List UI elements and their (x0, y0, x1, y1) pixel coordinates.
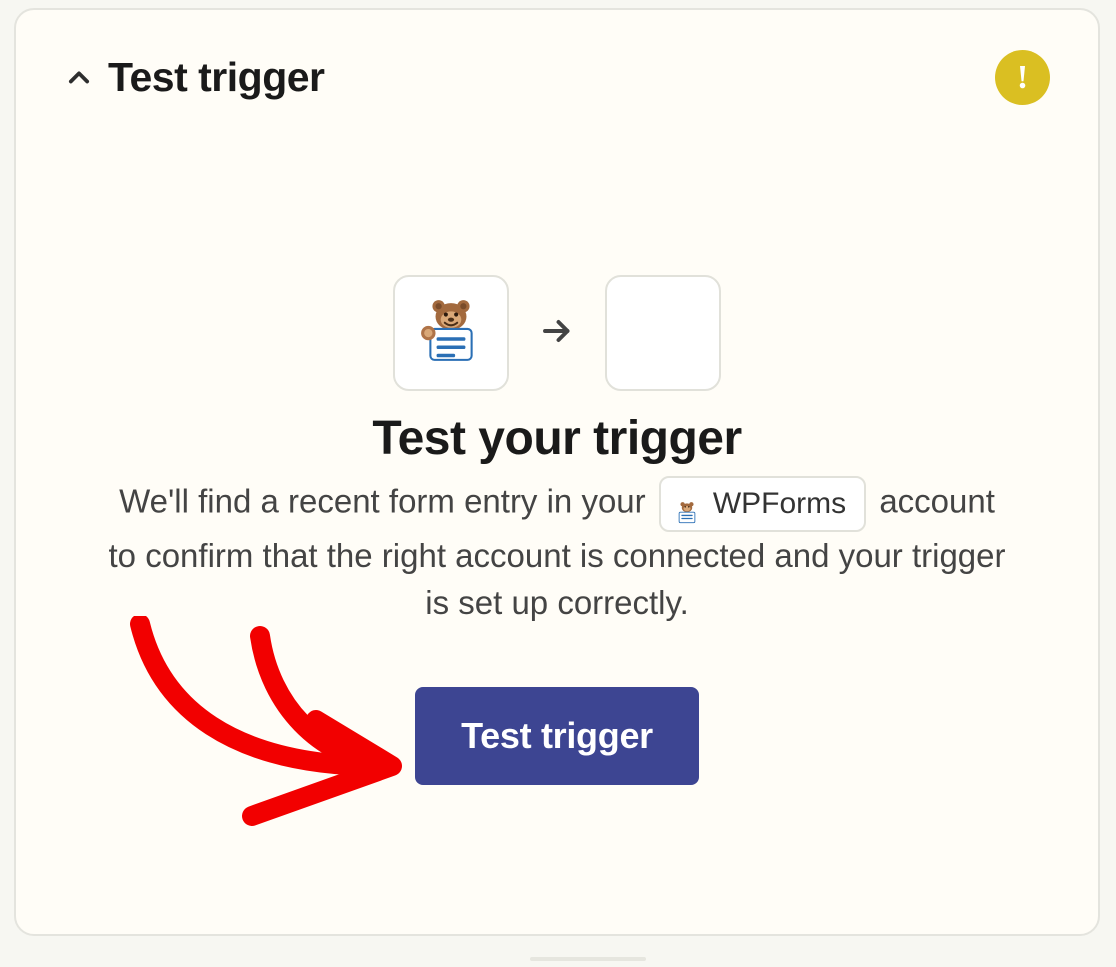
warning-icon: ! (995, 50, 1050, 105)
wpforms-mascot-icon (418, 298, 484, 369)
test-trigger-button[interactable]: Test trigger (415, 687, 699, 785)
title-row[interactable]: Test trigger (64, 54, 325, 101)
desc-prefix: We'll find a recent form entry in your (119, 482, 655, 519)
arrow-right-icon (539, 313, 575, 354)
chip-label: WPForms (713, 482, 846, 526)
warning-glyph: ! (1017, 59, 1028, 97)
panel-title: Test trigger (108, 54, 325, 101)
content-description: We'll find a recent form entry in your (107, 476, 1007, 627)
account-chip: WPForms (659, 476, 866, 532)
source-app-card (393, 275, 509, 391)
panel-header: Test trigger ! (64, 50, 1050, 105)
test-trigger-panel: Test trigger ! (14, 8, 1100, 936)
content-heading: Test your trigger (372, 411, 741, 466)
app-flow-row (393, 275, 721, 391)
chevron-up-icon[interactable] (64, 63, 94, 93)
panel-content: Test your trigger We'll find a recent fo… (16, 275, 1098, 785)
wpforms-mascot-icon (673, 493, 701, 515)
target-app-card (605, 275, 721, 391)
divider (530, 957, 646, 961)
